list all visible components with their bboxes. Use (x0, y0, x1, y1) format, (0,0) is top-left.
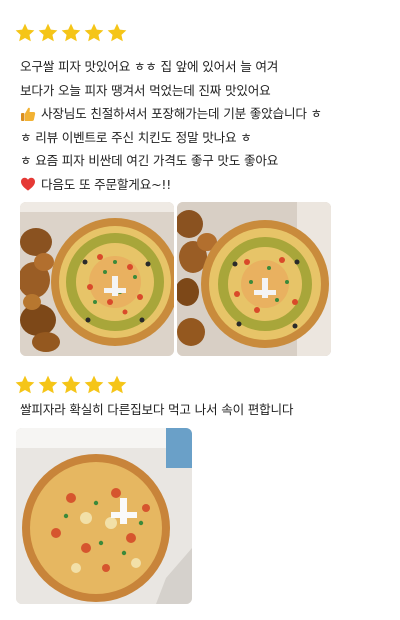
review-line: 다음도 또 주문할게요~!! (20, 173, 390, 197)
review-line: 쌀피자라 확실히 다른집보다 먹고 나서 속이 편합니다 (20, 398, 390, 422)
star-icon (106, 374, 128, 396)
star-icon (60, 374, 82, 396)
pizza-photo-image (16, 428, 192, 604)
star-icon (37, 22, 59, 44)
review-line: 보다가 오늘 피자 땡겨서 먹었는데 진짜 맛있어요 (20, 79, 390, 103)
star-icon (14, 22, 36, 44)
star-icon (106, 22, 128, 44)
review-photo-pizza-chicken-right[interactable] (177, 202, 331, 356)
review-line-text: 다음도 또 주문할게요~!! (41, 176, 172, 192)
review-text: 쌀피자라 확실히 다른집보다 먹고 나서 속이 편합니다 (20, 398, 390, 422)
review-line: ㅎ 리뷰 이벤트로 주신 치킨도 정말 맛나요 ㅎ (20, 126, 390, 150)
review-line: 사장님도 친절하셔서 포장해가는데 기분 좋았습니다 ㅎ (20, 102, 390, 126)
pizza-photo-image (20, 202, 174, 356)
review-line: ㅎ 요즘 피자 비싼데 여긴 가격도 좋구 맛도 좋아요 (20, 149, 390, 173)
star-icon (14, 374, 36, 396)
review-line-text: 쌀피자라 확실히 다른집보다 먹고 나서 속이 편합니다 (20, 402, 294, 417)
pizza-photo-image (177, 202, 331, 356)
review-line-text: ㅎ 리뷰 이벤트로 주신 치킨도 정말 맛나요 ㅎ (20, 129, 252, 145)
review-line: 오구쌀 피자 맛있어요 ㅎㅎ 집 앞에 있어서 늘 여겨 (20, 55, 390, 79)
star-icon (83, 22, 105, 44)
star-icon (60, 22, 82, 44)
review-text: 오구쌀 피자 맛있어요 ㅎㅎ 집 앞에 있어서 늘 여겨 보다가 오늘 피자 땡… (20, 55, 390, 196)
star-rating (14, 374, 128, 396)
review-line-text: 오구쌀 피자 맛있어요 ㅎㅎ 집 앞에 있어서 늘 여겨 (20, 59, 279, 74)
red-heart-icon (21, 178, 35, 191)
review-line-text: 사장님도 친절하셔서 포장해가는데 기분 좋았습니다 ㅎ (41, 106, 322, 121)
review-photo-pizza-chicken-left[interactable] (20, 202, 174, 356)
star-rating (14, 22, 128, 44)
review-line-text: ㅎ 요즘 피자 비싼데 여긴 가격도 좋구 맛도 좋아요 (20, 153, 279, 168)
star-icon (83, 374, 105, 396)
star-icon (37, 374, 59, 396)
thumbs-up-icon (21, 107, 36, 121)
review-photo-pizza-box[interactable] (16, 428, 192, 604)
review-line-text: 보다가 오늘 피자 땡겨서 먹었는데 진짜 맛있어요 (20, 82, 271, 98)
